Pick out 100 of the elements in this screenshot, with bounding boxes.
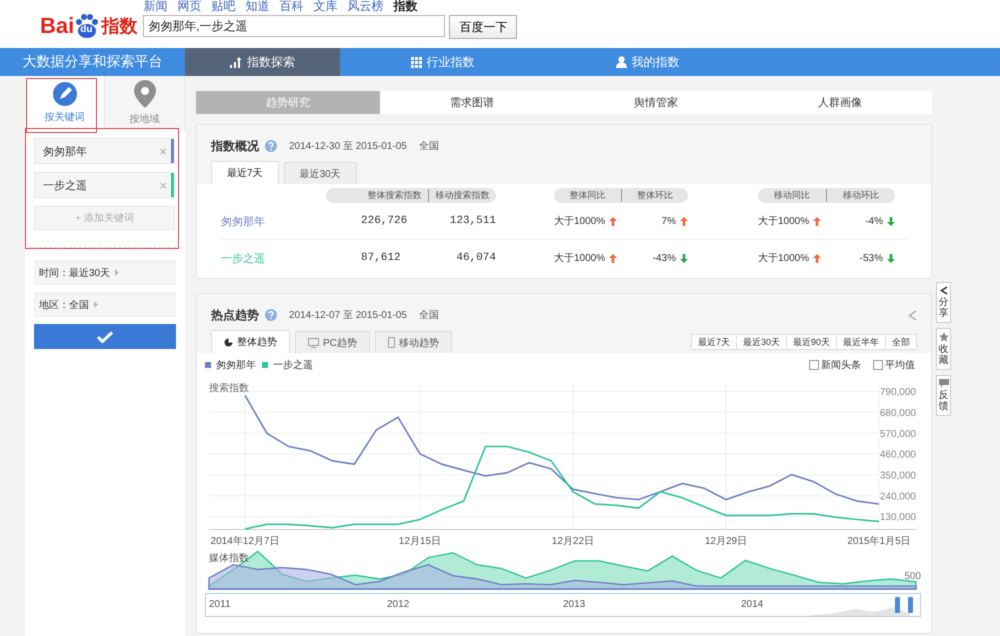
nav-tab[interactable]: 行业指数	[340, 48, 545, 76]
pencil-circle-icon	[52, 82, 76, 106]
legend-label: 一步之遥	[273, 358, 313, 372]
axis-label: 2011	[209, 599, 231, 610]
period-tab[interactable]: 最近7天	[211, 161, 279, 184]
timeline-navigator[interactable]	[205, 593, 921, 617]
checkbox[interactable]	[809, 360, 819, 370]
axis-label: 12月15日	[398, 536, 442, 547]
site-title: 大数据分享和探索平台	[22, 53, 164, 72]
comment-icon	[938, 379, 948, 388]
bar-chart-icon	[230, 56, 242, 68]
table-cell-text: 大于1000%	[554, 252, 606, 265]
axis-label: 500	[904, 571, 921, 582]
nav-link[interactable]: 贴吧	[211, 0, 236, 14]
axis-label: 790,000	[880, 387, 916, 398]
period-tab[interactable]: 最近30天	[284, 162, 357, 184]
column-header: 移动搜索指数	[428, 189, 496, 202]
caret-icon	[115, 269, 120, 276]
table-cell-text: 大于1000%	[758, 252, 810, 265]
table-cell-text: 大于1000%	[758, 214, 810, 228]
trend-tab[interactable]: PC趋势	[295, 331, 370, 353]
grid-icon	[410, 56, 422, 68]
nav-link[interactable]: 百科	[279, 0, 304, 14]
side-tool-button[interactable]: 收藏	[936, 328, 951, 370]
nav-link[interactable]: 知道	[245, 0, 270, 14]
region-label: 全国	[418, 140, 439, 153]
region-label: 全国	[418, 309, 439, 322]
range-button[interactable]: 全部	[885, 334, 917, 350]
keyword-link[interactable]: 匆匆那年	[221, 214, 326, 228]
table-cell: -43%	[652, 252, 676, 264]
nav-tab[interactable]: 我的指数	[545, 48, 750, 76]
nav-tab[interactable]: 指数探索	[185, 48, 340, 76]
pie-icon	[224, 338, 233, 346]
search-field[interactable]: 匆匆那年,一步之遥	[143, 15, 446, 37]
date-range: 2014-12-07 至 2015-01-05	[289, 309, 407, 322]
side-tool-button[interactable]: 反馈	[936, 375, 951, 416]
checkbox-label: 平均值	[885, 359, 915, 372]
range-button[interactable]: 最近90天	[786, 334, 837, 350]
range-button[interactable]: 最近7天	[690, 334, 737, 350]
share-icon[interactable]	[908, 310, 917, 320]
help-icon[interactable]	[265, 140, 277, 152]
table-cell-text: 大于1000%	[554, 214, 606, 228]
help-icon[interactable]	[265, 309, 277, 321]
table-cell: -53%	[860, 252, 883, 264]
table-cell: 226,726	[361, 215, 408, 227]
column-header: 整体环比	[620, 189, 688, 202]
date-range: 2014-12-30 至 2015-01-05	[289, 140, 407, 153]
range-button[interactable]: 最近半年	[836, 334, 886, 350]
keyword-text: 一步之遥	[43, 178, 88, 192]
table-cell: 123,511	[450, 215, 496, 227]
axis-label: 12月22日	[552, 536, 594, 547]
axis-label: 680,000	[880, 408, 916, 419]
checkbox[interactable]	[873, 360, 883, 370]
phone-icon	[388, 337, 395, 348]
filter-dropdown[interactable]: 地区：全国	[34, 292, 176, 317]
share-icon	[940, 286, 948, 295]
table-cell: -4%	[865, 216, 883, 226]
logo[interactable]: Bai du 指数	[40, 11, 138, 41]
axis-label: 2014年12月7日	[210, 536, 280, 547]
range-button[interactable]: 最近30天	[736, 334, 787, 350]
panel-title: 指数概况	[211, 138, 259, 154]
axis-title: 搜索指数	[209, 383, 249, 394]
axis-label: 460,000	[880, 450, 916, 461]
table-cell: 46,074	[456, 252, 496, 264]
column-header: 移动环比	[826, 189, 895, 202]
axis-label: 2013	[563, 599, 586, 610]
axis-label: 2012	[387, 599, 410, 610]
nav-link[interactable]: 风云榜	[347, 0, 384, 14]
axis-label: 12月29日	[704, 536, 748, 547]
axis-label: 2015年1月5日	[847, 536, 911, 547]
filter-dropdown[interactable]: 时间：最近30天	[34, 260, 176, 285]
axis-label: 570,000	[880, 428, 916, 440]
table-cell: 87,612	[361, 252, 401, 264]
panel-title: 热点趋势	[211, 306, 259, 324]
monitor-icon	[308, 338, 319, 348]
axis-label: 2014	[741, 599, 764, 610]
star-icon	[938, 332, 948, 342]
keyword-text: 匆匆那年	[43, 144, 88, 158]
axis-label: 130,000	[880, 512, 916, 524]
side-tool-button[interactable]: 分享	[936, 282, 951, 323]
trend-tab[interactable]: 移动趋势	[374, 331, 452, 353]
nav-link[interactable]: 文库	[313, 0, 338, 14]
column-header: 整体同比	[568, 189, 606, 202]
table-cell: 7%	[662, 216, 676, 226]
map-pin-icon	[134, 80, 156, 108]
mode-tab[interactable]: 按地域	[105, 76, 185, 130]
axis-label: 350,000	[880, 470, 916, 482]
person-icon	[616, 56, 626, 68]
nav-link[interactable]: 新闻	[143, 0, 168, 14]
nav-link[interactable]: 指数	[393, 0, 418, 14]
checkbox-label: 新闻头条	[821, 358, 861, 372]
legend-label: 匆匆那年	[216, 359, 256, 372]
axis-title: 媒体指数	[209, 552, 249, 565]
axis-label: 240,000	[880, 491, 916, 502]
trend-tab[interactable]: 整体趋势	[211, 330, 290, 353]
search-button[interactable]: 百度一下	[449, 15, 518, 39]
nav-link[interactable]: 网页	[177, 0, 202, 14]
checkmark-icon	[97, 330, 113, 342]
column-header: 整体搜索指数	[366, 189, 422, 202]
column-header: 移动同比	[773, 189, 811, 202]
